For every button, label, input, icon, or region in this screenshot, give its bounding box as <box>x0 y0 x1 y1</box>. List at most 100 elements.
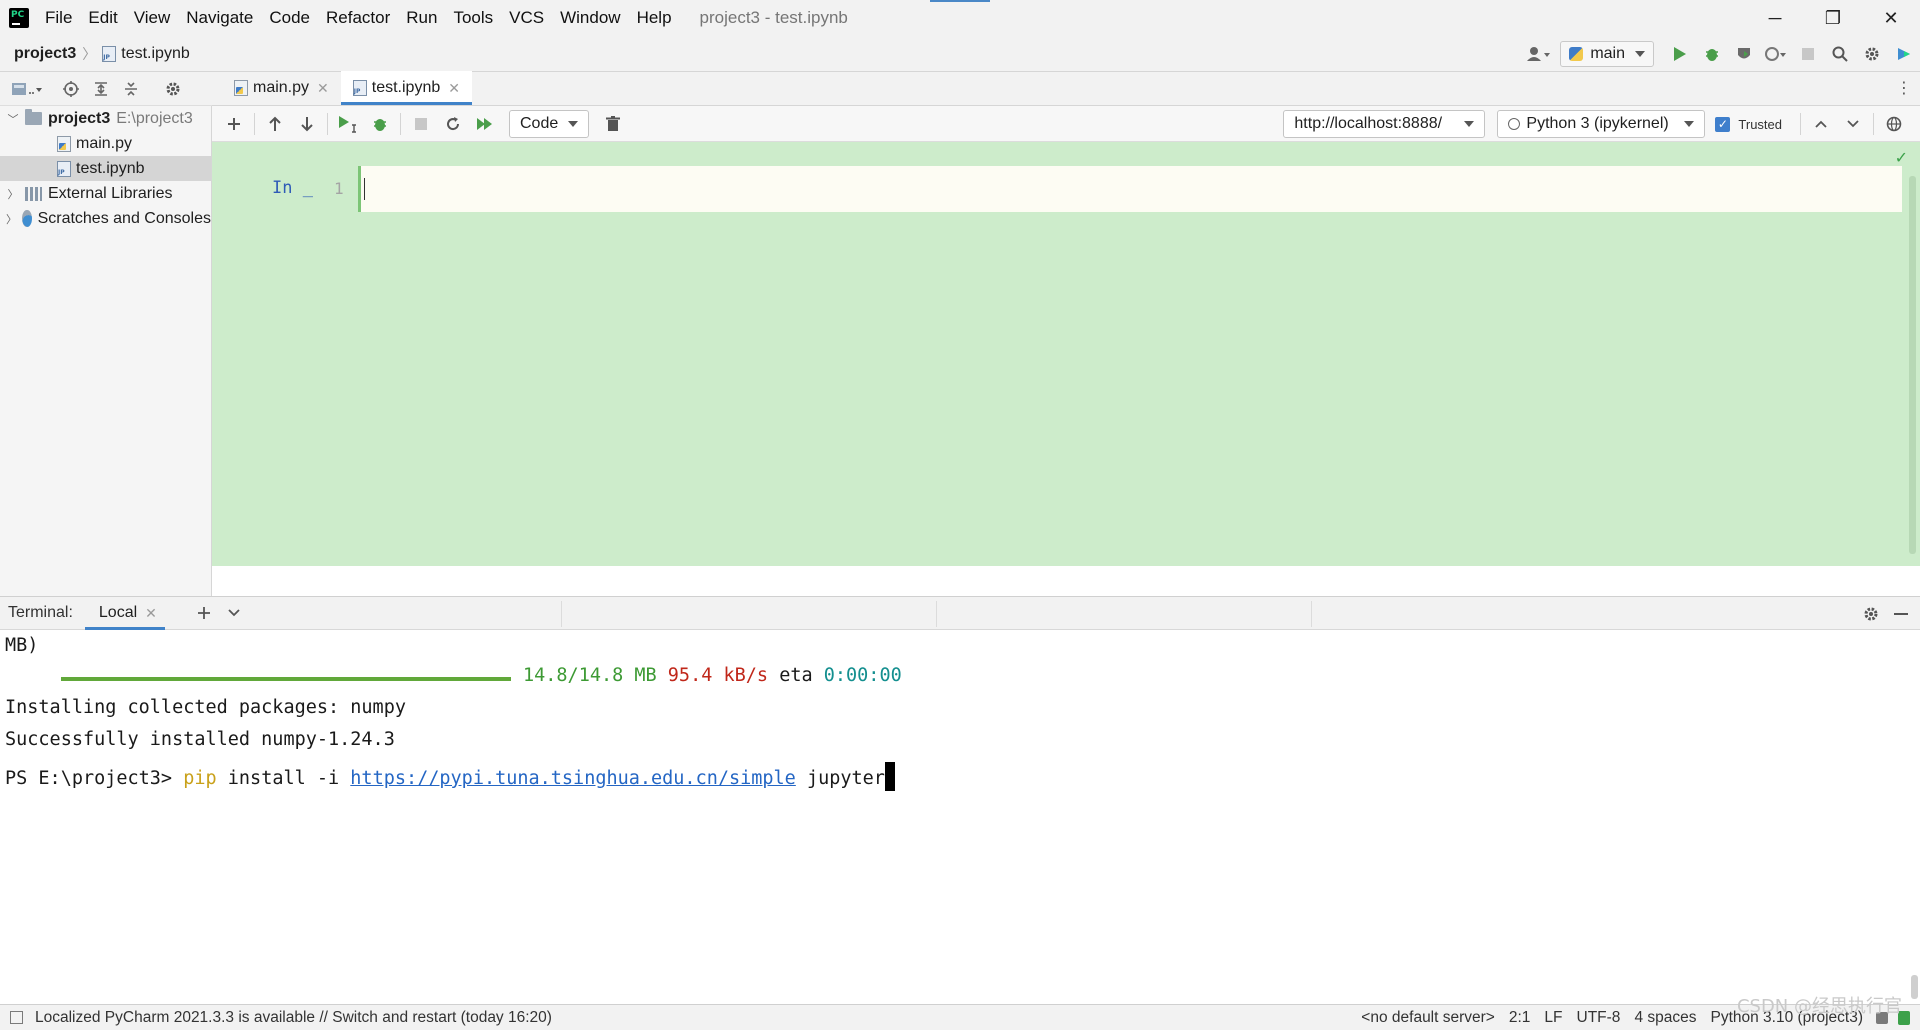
checkmark-icon[interactable]: ✓ <box>1895 148 1908 168</box>
restore-button[interactable]: ❐ <box>1804 0 1862 36</box>
menu-tools[interactable]: Tools <box>445 0 501 36</box>
code-cell[interactable]: In _ 1 <box>212 166 1902 212</box>
chevron-right-icon[interactable]: 〉 <box>6 186 20 202</box>
close-icon[interactable]: ✕ <box>317 80 329 97</box>
editor-tab-bar: main.py ✕ test.ipynb ✕ ⋮ <box>212 71 1920 106</box>
profile-icon[interactable] <box>1760 36 1792 72</box>
run-cell-button[interactable] <box>332 108 364 140</box>
close-window-button[interactable]: ✕ <box>1862 0 1920 36</box>
title-accent-line <box>930 0 990 2</box>
terminal-scrollbar[interactable] <box>1911 975 1918 999</box>
add-cell-button[interactable] <box>218 108 250 140</box>
trusted-checkbox[interactable]: ✓ <box>1715 116 1731 132</box>
cell-input[interactable] <box>358 166 1902 212</box>
terminal-output[interactable]: MB) 14.8/14.8 MB 95.4 kB/s eta 0:00:00 I… <box>0 630 1920 1004</box>
delete-cell-button[interactable] <box>597 108 629 140</box>
terminal-command-line: PS E:\project3> pip install -i https://p… <box>5 762 895 791</box>
menu-file[interactable]: File <box>37 0 80 36</box>
index-url-link[interactable]: https://pypi.tuna.tsinghua.edu.cn/simple <box>350 768 796 789</box>
chevron-right-icon[interactable]: 〉 <box>6 211 17 227</box>
menu-view[interactable]: View <box>126 0 179 36</box>
tree-node-external-libraries[interactable]: 〉 External Libraries <box>0 181 211 206</box>
close-icon[interactable]: ✕ <box>448 80 460 97</box>
status-indent[interactable]: 4 spaces <box>1627 1009 1703 1027</box>
debug-icon[interactable] <box>1696 36 1728 72</box>
tab-test-ipynb[interactable]: test.ipynb ✕ <box>340 71 472 105</box>
status-message[interactable]: Localized PyCharm 2021.3.3 is available … <box>35 1009 552 1027</box>
tab-main-py[interactable]: main.py ✕ <box>222 71 341 105</box>
header-divider <box>1311 601 1312 627</box>
chevron-down-icon[interactable] <box>219 598 249 628</box>
header-divider <box>561 601 562 627</box>
gear-icon[interactable] <box>1856 36 1888 72</box>
breadcrumb-project[interactable]: project3 <box>14 45 76 63</box>
project-view-icon[interactable] <box>12 74 42 104</box>
command-pip: pip <box>183 768 217 789</box>
user-icon[interactable] <box>1524 36 1556 72</box>
stop-icon[interactable] <box>1792 36 1824 72</box>
tree-node-main-py[interactable]: main.py <box>0 131 211 156</box>
tool-windows-icon[interactable] <box>10 1011 23 1024</box>
status-encoding[interactable]: UTF-8 <box>1570 1009 1628 1027</box>
expand-all-icon[interactable] <box>86 74 116 104</box>
terminal-title: Terminal: <box>8 604 73 621</box>
minimize-button[interactable]: ─ <box>1746 0 1804 36</box>
cell-type-select[interactable]: Code <box>509 109 590 138</box>
trusted-toggle[interactable]: ✓ Trusted <box>1715 116 1782 132</box>
coverage-icon[interactable] <box>1728 36 1760 72</box>
status-server[interactable]: <no default server> <box>1354 1009 1502 1027</box>
debug-cell-button[interactable] <box>364 108 396 140</box>
download-progress-bar <box>61 677 511 681</box>
notebook-scrollbar[interactable] <box>1909 176 1916 554</box>
tree-node-test-ipynb[interactable]: test.ipynb <box>0 156 211 181</box>
run-all-button[interactable] <box>469 108 501 140</box>
run-icon[interactable] <box>1664 36 1696 72</box>
watermark: CSDN @经思执行官 <box>1736 996 1902 1017</box>
restart-kernel-button[interactable] <box>437 108 469 140</box>
search-icon[interactable] <box>1824 36 1856 72</box>
close-icon[interactable]: ✕ <box>145 605 157 622</box>
status-caret-position[interactable]: 2:1 <box>1502 1009 1538 1027</box>
navigation-bar: project3 〉 test.ipynb main <box>0 36 1920 72</box>
move-cell-down-button[interactable] <box>291 108 323 140</box>
new-terminal-icon[interactable] <box>189 598 219 628</box>
terminal-progress-line: 14.8/14.8 MB 95.4 kB/s eta 0:00:00 <box>523 665 902 686</box>
tree-node-project-root[interactable]: ﹀ project3 E:\project3 <box>0 106 211 131</box>
menu-bar: File Edit View Navigate Code Refactor Ru… <box>0 0 1920 36</box>
next-cell-button[interactable] <box>1837 108 1869 140</box>
project-root-path: E:\project3 <box>116 109 193 127</box>
chevron-down-icon[interactable]: ﹀ <box>6 111 20 127</box>
menu-run[interactable]: Run <box>398 0 445 36</box>
kernel-select[interactable]: Python 3 (ipykernel) <box>1497 110 1706 138</box>
notebook-toolbar-right: http://localhost:8888/ Python 3 (ipykern… <box>1283 106 1920 142</box>
locate-file-icon[interactable] <box>56 74 86 104</box>
cell-prompt: In _ <box>272 178 313 198</box>
menu-window[interactable]: Window <box>552 0 628 36</box>
menu-refactor[interactable]: Refactor <box>318 0 398 36</box>
hide-panel-icon[interactable] <box>1886 599 1916 629</box>
gear-icon[interactable] <box>1856 599 1886 629</box>
breadcrumb-file[interactable]: test.ipynb <box>121 45 189 63</box>
notebook-editor[interactable]: In _ 1 ✓ <box>212 142 1920 566</box>
collapse-all-icon[interactable] <box>116 74 146 104</box>
tree-node-scratches[interactable]: 〉 Scratches and Consoles <box>0 206 211 231</box>
interrupt-kernel-button[interactable] <box>405 108 437 140</box>
menu-navigate[interactable]: Navigate <box>178 0 261 36</box>
more-vertical-icon[interactable]: ⋮ <box>1896 78 1912 98</box>
jupyter-server-select[interactable]: http://localhost:8888/ <box>1283 110 1486 138</box>
menu-vcs[interactable]: VCS <box>501 0 552 36</box>
menu-code[interactable]: Code <box>261 0 318 36</box>
status-line-separator[interactable]: LF <box>1537 1009 1569 1027</box>
menu-help[interactable]: Help <box>629 0 680 36</box>
jetbrains-toolbox-icon[interactable] <box>1888 36 1920 72</box>
menu-edit[interactable]: Edit <box>80 0 125 36</box>
open-in-browser-icon[interactable] <box>1878 108 1910 140</box>
python-file-icon <box>234 80 248 96</box>
run-configuration-select[interactable]: main <box>1560 41 1654 67</box>
move-cell-up-button[interactable] <box>259 108 291 140</box>
tab-terminal-local[interactable]: Local ✕ <box>84 596 165 630</box>
kernel-status-icon <box>1508 118 1521 130</box>
previous-cell-button[interactable] <box>1805 108 1837 140</box>
project-settings-gear-icon[interactable] <box>158 74 188 104</box>
toolbar-divider <box>1873 113 1874 135</box>
